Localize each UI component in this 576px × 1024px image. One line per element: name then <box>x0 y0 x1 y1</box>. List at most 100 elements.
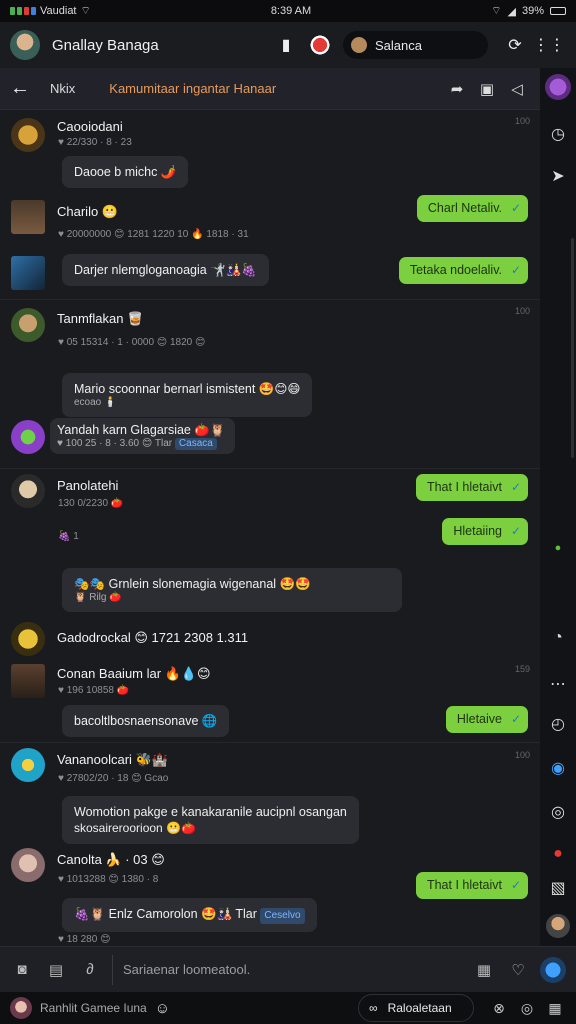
outgoing-text: That I hletaivt <box>426 480 502 494</box>
bottom-bar: Ranhlit Gamee Iuna ☺ ∞ Raloaletaan ⊗ ◎ ▦ <box>0 992 576 1024</box>
sticker-icon[interactable] <box>309 34 331 56</box>
attach-icon[interactable]: ∂ <box>78 958 102 982</box>
clock-icon[interactable]: ◷ <box>546 122 570 146</box>
message-subtext: 🦉 Rilg 🍅 <box>74 592 122 603</box>
message-bubble[interactable]: 🎭🎭 Grnlein slonemagia wigenanal 🤩🤩 🦉 Ril… <box>62 568 402 612</box>
refresh-icon[interactable]: ⟳ <box>504 34 526 56</box>
avatar[interactable] <box>11 118 45 152</box>
avatar[interactable] <box>11 748 45 782</box>
outgoing-message[interactable]: Hletaive ✓ <box>445 706 528 733</box>
message-bubble[interactable]: Yandah karn Glagarsiae 🍅🦉 ♥ 100 25 · 8 ·… <box>50 418 236 454</box>
sender-name: Charilo 😬 <box>57 204 118 219</box>
bookmark-icon[interactable]: ▮ <box>275 34 297 56</box>
message-meta: 🍇 1 <box>58 531 79 542</box>
status-bar: Vaudiat ⌔ 8:39 AM ⌔ ◢ 39% <box>0 0 576 22</box>
rail-avatar[interactable] <box>545 74 571 100</box>
notification-icons <box>10 7 36 15</box>
camera-icon[interactable]: ◙ <box>10 958 34 982</box>
back-arrow-icon[interactable]: ← <box>10 77 34 100</box>
wifi-icon: ⌔ <box>491 5 502 17</box>
pin-icon[interactable]: ➤ <box>546 164 570 188</box>
search-label: Salanca <box>375 37 422 53</box>
timestamp: 100 <box>514 750 530 760</box>
message-bubble[interactable]: Darjer nlemgloganoagia 🤺🎎🍇 <box>62 254 269 286</box>
divider <box>0 299 540 300</box>
timestamp: 159 <box>514 664 530 674</box>
right-rail: ◷ ➤ ● ◔ ⋯ ◴ ◉ ◎ ● ▧ <box>540 68 576 946</box>
scrollbar[interactable] <box>571 238 574 458</box>
conversation-tag[interactable]: Nkix <box>50 81 75 96</box>
message-bubble[interactable]: Daooe b michc 🌶️ <box>62 156 189 188</box>
message-composer: ◙ ▤ ∂ Sariaenar loomeatool. ▦ ♡ <box>0 946 576 992</box>
outgoing-message[interactable]: That I hletaivt ✓ <box>415 872 528 899</box>
message-bubble[interactable]: bacoltlbosnaensonave 🌐 <box>62 705 230 737</box>
gallery-icon[interactable]: ▤ <box>44 958 68 982</box>
more-icon[interactable]: ⋯ <box>546 672 570 696</box>
swirl-icon[interactable]: ◎ <box>546 800 570 824</box>
message-bubble[interactable]: 🍇🦉 Enlz Camorolon 🤩🎎 Tlar Ceselvo <box>62 898 317 932</box>
quick-action-pill[interactable]: ∞ Raloaletaan <box>358 994 474 1022</box>
read-check-icon: ✓ <box>510 480 521 494</box>
message-meta: ♥ 1013288 😊 1380 · 8 <box>58 874 159 885</box>
outgoing-message[interactable]: Tetaka ndoelaliv. ✓ <box>398 257 528 284</box>
message-subtext: ecoao 🕯️ <box>74 397 117 408</box>
outgoing-message[interactable]: Charl Netaliv. ✓ <box>416 195 528 222</box>
archive-icon[interactable]: ▣ <box>474 76 500 102</box>
avatar[interactable] <box>11 308 45 342</box>
link-icon: ∞ <box>369 1001 378 1015</box>
emoji-icon[interactable]: ☺ <box>155 1000 170 1017</box>
conversation-toolbar: ← Nkix Kamumitaar ingantar Hanaar ➦ ▣ ◁ <box>0 68 540 110</box>
water-drop-icon[interactable]: ◉ <box>546 756 570 780</box>
outgoing-message[interactable]: Hletaiing ✓ <box>442 518 528 545</box>
message-feed[interactable]: Caooiodani ♥ 22/330 · 8 · 23 100 Daooe b… <box>0 110 540 946</box>
profile-avatar[interactable] <box>10 30 40 60</box>
outgoing-text: Hletaive <box>456 712 502 726</box>
avatar[interactable] <box>11 474 45 508</box>
message-meta: ♥ 196 10858 🍅 <box>58 685 130 696</box>
message-bubble[interactable]: Mario scoonnar bernarl ismistent 🤩😊😄 eco… <box>62 373 313 417</box>
avatar[interactable] <box>11 256 45 290</box>
timer-icon[interactable]: ◔ <box>546 626 570 650</box>
battery-label: 39% <box>521 5 544 17</box>
timestamp: 100 <box>514 306 530 316</box>
grid-menu-icon[interactable]: ⋮⋮ <box>533 34 565 56</box>
battery-icon <box>549 7 566 15</box>
avatar[interactable] <box>11 420 45 454</box>
avatar[interactable] <box>11 848 45 882</box>
composer-avatar[interactable] <box>540 956 566 983</box>
message-input[interactable]: Sariaenar loomeatool. <box>112 954 472 985</box>
read-check-icon: ✓ <box>510 201 521 215</box>
sender-name: Canolta 🍌 · 03 😊 <box>57 852 165 867</box>
search-pill[interactable]: Salanca <box>343 31 488 59</box>
read-check-icon: ✓ <box>510 712 521 726</box>
message-meta: ♥ 18 280 😊 <box>58 934 111 945</box>
page-title: Gnallay Banaga <box>52 36 159 54</box>
green-status-icon: ● <box>554 542 562 554</box>
share-icon[interactable]: ➦ <box>444 76 470 102</box>
calendar-icon[interactable]: ▦ <box>544 997 566 1019</box>
history-icon[interactable]: ◴ <box>546 712 570 736</box>
gif-icon[interactable]: ▦ <box>472 958 496 982</box>
avatar[interactable] <box>11 622 45 656</box>
avatar[interactable] <box>11 200 45 234</box>
breadcrumb[interactable]: Kamumitaar ingantar Hanaar <box>109 81 276 96</box>
user-avatar[interactable] <box>10 997 32 1019</box>
message-meta: ♥ 100 25 · 8 · 3.60 😊 Tlar Casaca <box>57 438 225 450</box>
meta-text: ♥ 100 25 · 8 · 3.60 😊 Tlar <box>57 438 173 449</box>
sticker-icon[interactable]: ♡ <box>506 958 530 982</box>
emoji-picker-icon[interactable]: ⊗ <box>488 997 510 1019</box>
image-icon[interactable]: ▧ <box>546 876 570 900</box>
carrier-label: Vaudiat <box>40 5 77 17</box>
outgoing-message[interactable]: That I hletaivt ✓ <box>415 474 528 501</box>
rail-user-avatar[interactable] <box>546 914 570 938</box>
send-icon[interactable]: ◁ <box>504 76 530 102</box>
read-check-icon: ✓ <box>510 878 521 892</box>
avatar[interactable] <box>11 664 45 698</box>
sender-name: Yandah karn Glagarsiae 🍅🦉 <box>57 423 226 437</box>
clock: 8:39 AM <box>270 5 312 17</box>
location-icon[interactable]: ◎ <box>516 997 538 1019</box>
message-text: 🍇🦉 Enlz Camorolon 🤩🎎 Tlar <box>74 907 257 921</box>
message-bubble[interactable]: Womotion pakge e kanakaranile aucipnl os… <box>62 796 359 844</box>
outgoing-text: Tetaka ndoelaliv. <box>409 263 502 277</box>
message-text: 🎭🎭 Grnlein slonemagia wigenanal 🤩🤩 <box>74 577 311 591</box>
